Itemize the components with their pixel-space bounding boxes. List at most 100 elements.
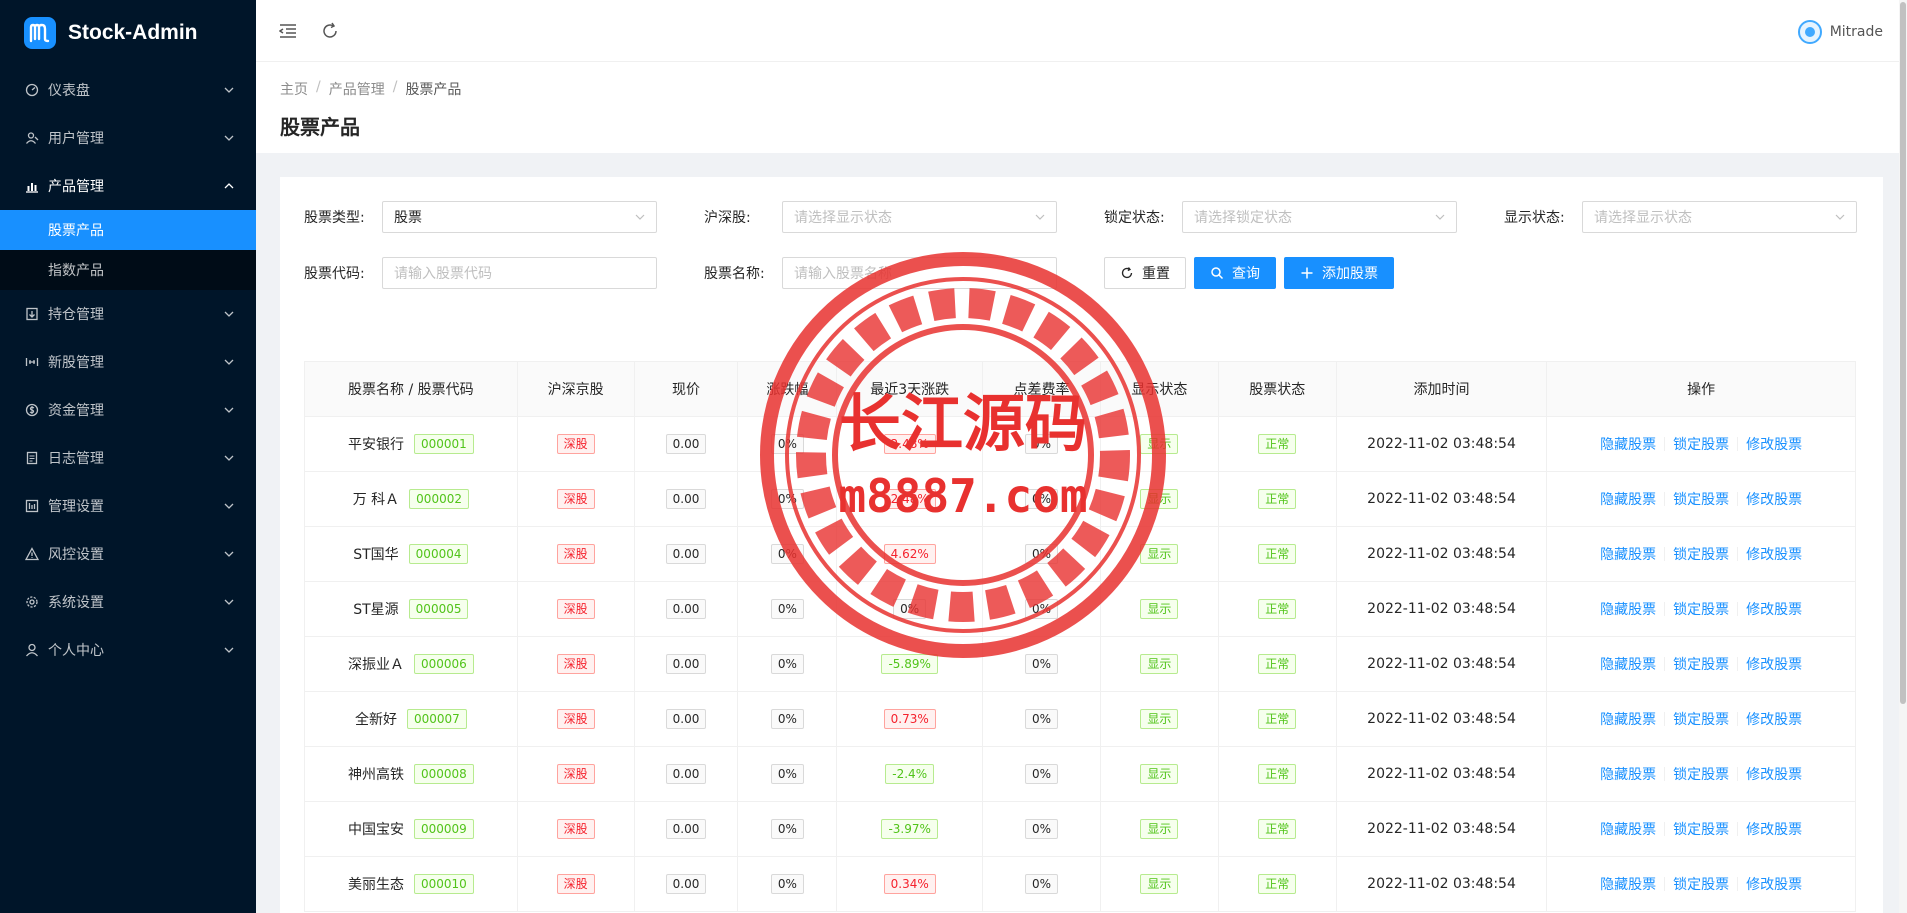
refresh-icon[interactable] [320, 21, 340, 41]
row-actions: 隐藏股票 锁定股票 修改股票 [1600, 654, 1802, 674]
chevron-down-icon [1034, 211, 1046, 223]
col-header: 现价 [635, 362, 739, 416]
stock-name: 中国宝安 [347, 822, 404, 838]
add-time: 2022-11-02 03:48:54 [1367, 821, 1516, 837]
lock-stock-link[interactable]: 锁定股票 [1673, 709, 1729, 729]
chevron-down-icon [634, 211, 646, 223]
edit-stock-link[interactable]: 修改股票 [1746, 764, 1802, 784]
sidebar-item-new-stocks[interactable]: 新股管理 [0, 338, 256, 386]
sidebar-item-positions[interactable]: 持仓管理 [0, 290, 256, 338]
query-button[interactable]: 查询 [1194, 257, 1276, 289]
lock-stock-link[interactable]: 锁定股票 [1673, 654, 1729, 674]
hide-stock-link[interactable]: 隐藏股票 [1600, 819, 1656, 839]
stock-status-tag: 正常 [1258, 709, 1297, 729]
sidebar-item-funds[interactable]: 资金管理 [0, 386, 256, 434]
edit-stock-link[interactable]: 修改股票 [1746, 489, 1802, 509]
logo[interactable]: Stock-Admin [0, 0, 256, 66]
menu-fold-icon[interactable] [278, 21, 298, 41]
stock-type-select[interactable]: 股票 [382, 201, 657, 233]
sidebar-item-stock-products[interactable]: 股票产品 [0, 210, 256, 250]
user-menu[interactable]: Mitrade [1797, 20, 1883, 44]
stock-code-tag: 000010 [413, 874, 474, 894]
lock-stock-link[interactable]: 锁定股票 [1673, 764, 1729, 784]
edit-stock-link[interactable]: 修改股票 [1746, 819, 1802, 839]
lock-stock-link[interactable]: 锁定股票 [1673, 874, 1729, 894]
stock-name: ST国华 [353, 547, 399, 563]
edit-stock-link[interactable]: 修改股票 [1746, 874, 1802, 894]
show-status-tag: 显示 [1140, 709, 1179, 729]
change3-tag: 2.48% [883, 489, 936, 509]
row-actions: 隐藏股票 锁定股票 修改股票 [1600, 709, 1802, 729]
stock-code-input[interactable]: 请输入股票代码 [382, 257, 657, 289]
stock-status-tag: 正常 [1258, 764, 1297, 784]
hide-stock-link[interactable]: 隐藏股票 [1600, 544, 1656, 564]
sidebar-item-logs[interactable]: 日志管理 [0, 434, 256, 482]
add-stock-button[interactable]: 添加股票 [1284, 257, 1394, 289]
add-time: 2022-11-02 03:48:54 [1367, 546, 1516, 562]
user-name: Mitrade [1829, 24, 1883, 40]
price-tag: 0.00 [665, 819, 707, 839]
products-submenu: 股票产品 指数产品 [0, 210, 256, 290]
stock-code-tag: 000009 [413, 819, 474, 839]
chevron-down-icon [222, 595, 236, 609]
manage-settings-icon [24, 498, 40, 514]
show-status-tag: 显示 [1140, 819, 1179, 839]
breadcrumb-parent[interactable]: 产品管理 [329, 79, 385, 99]
price-tag: 0.00 [665, 489, 707, 509]
chevron-down-icon [222, 307, 236, 321]
sidebar-item-users[interactable]: 用户管理 [0, 114, 256, 162]
name-label: 股票名称: [704, 266, 765, 282]
show-status-tag: 显示 [1140, 874, 1179, 894]
hide-stock-link[interactable]: 隐藏股票 [1600, 599, 1656, 619]
lock-stock-link[interactable]: 锁定股票 [1673, 819, 1729, 839]
lock-stock-link[interactable]: 锁定股票 [1673, 434, 1729, 454]
add-time: 2022-11-02 03:48:54 [1367, 601, 1516, 617]
stock-status-tag: 正常 [1258, 819, 1297, 839]
hide-stock-link[interactable]: 隐藏股票 [1600, 874, 1656, 894]
sidebar-item-index-products[interactable]: 指数产品 [0, 250, 256, 290]
change-tag: 0% [770, 654, 804, 674]
table-body: 平安银行 000001 深股 0.00 0% 2.48% 0% 显示 正常 20… [305, 417, 1855, 912]
table-row: 神州高铁 000008 深股 0.00 0% -2.4% 0% 显示 正常 20… [305, 747, 1855, 802]
edit-stock-link[interactable]: 修改股票 [1746, 599, 1802, 619]
sidebar-item-dashboard[interactable]: 仪表盘 [0, 66, 256, 114]
hs-select[interactable]: 请选择显示状态 [782, 201, 1057, 233]
lock-stock-link[interactable]: 锁定股票 [1673, 544, 1729, 564]
price-tag: 0.00 [665, 654, 707, 674]
sidebar-item-system-settings[interactable]: 系统设置 [0, 578, 256, 626]
edit-stock-link[interactable]: 修改股票 [1746, 709, 1802, 729]
edit-stock-link[interactable]: 修改股票 [1746, 654, 1802, 674]
chevron-down-icon [1834, 211, 1846, 223]
show-select[interactable]: 请选择显示状态 [1582, 201, 1857, 233]
sidebar-item-profile[interactable]: 个人中心 [0, 626, 256, 674]
fee-tag: 0% [1025, 599, 1059, 619]
edit-stock-link[interactable]: 修改股票 [1746, 434, 1802, 454]
reset-button[interactable]: 重置 [1104, 257, 1186, 289]
col-header: 添加时间 [1337, 362, 1548, 416]
row-actions: 隐藏股票 锁定股票 修改股票 [1600, 764, 1802, 784]
hide-stock-link[interactable]: 隐藏股票 [1600, 489, 1656, 509]
hide-stock-link[interactable]: 隐藏股票 [1600, 709, 1656, 729]
sidebar-item-products[interactable]: 产品管理 [0, 162, 256, 210]
breadcrumb-home[interactable]: 主页 [280, 79, 308, 99]
stock-name-input[interactable]: 请输入股票名称 [782, 257, 1057, 289]
user-manage-icon [24, 130, 40, 146]
hide-stock-link[interactable]: 隐藏股票 [1600, 654, 1656, 674]
fee-tag: 0% [1025, 709, 1059, 729]
dashboard-icon [24, 82, 40, 98]
sidebar-item-manage-settings[interactable]: 管理设置 [0, 482, 256, 530]
market-tag: 深股 [556, 599, 595, 619]
lock-stock-link[interactable]: 锁定股票 [1673, 599, 1729, 619]
scrollbar-thumb[interactable] [1900, 2, 1906, 704]
stock-code-tag: 000002 [409, 489, 469, 509]
edit-stock-link[interactable]: 修改股票 [1746, 544, 1802, 564]
market-tag: 深股 [556, 874, 595, 894]
lock-stock-link[interactable]: 锁定股票 [1673, 489, 1729, 509]
page-scrollbar[interactable] [1899, 0, 1907, 913]
col-header: 股票名称 / 股票代码 [305, 362, 518, 416]
sidebar-item-risk-settings[interactable]: 风控设置 [0, 530, 256, 578]
lock-select[interactable]: 请选择锁定状态 [1182, 201, 1457, 233]
hide-stock-link[interactable]: 隐藏股票 [1600, 764, 1656, 784]
filter-form: 股票类型: 股票 沪深股: 请选择显示状态 锁定状态: 请选择锁定状态 显示状态… [304, 201, 1859, 313]
hide-stock-link[interactable]: 隐藏股票 [1600, 434, 1656, 454]
